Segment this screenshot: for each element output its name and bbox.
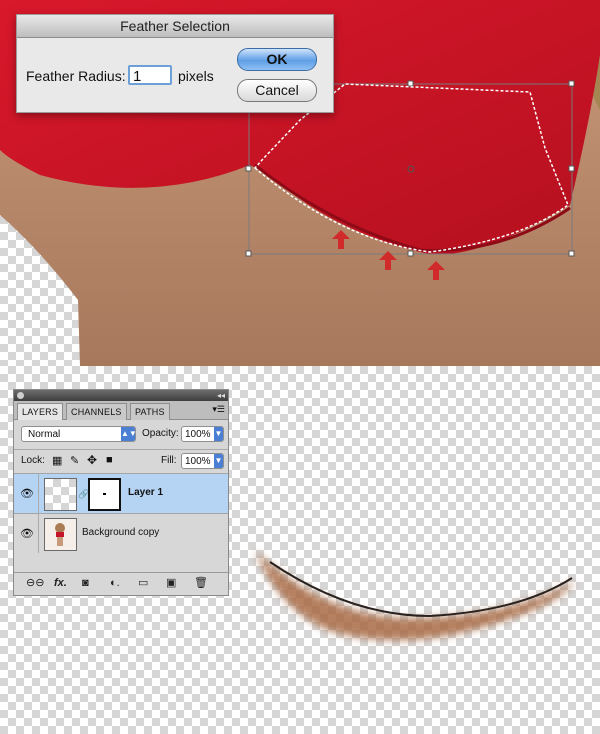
layer-thumbnail: [44, 518, 77, 551]
visibility-toggle[interactable]: 👁: [14, 474, 39, 513]
layer-thumbnail: [44, 478, 77, 511]
lock-transparent-icon[interactable]: ▦: [52, 454, 62, 467]
tab-channels[interactable]: CHANNELS: [66, 403, 127, 420]
opacity-value: 100%: [185, 429, 211, 440]
fill-label: Fill:: [161, 455, 177, 466]
feather-selection-dialog: Feather Selection Feather Radius: 1 pixe…: [16, 14, 334, 113]
cancel-button[interactable]: Cancel: [237, 79, 317, 102]
panel-title-strip: ◂◂: [14, 390, 228, 401]
opacity-label: Opacity:: [142, 428, 179, 439]
layer-name: Background copy: [82, 527, 160, 538]
lock-label: Lock:: [21, 455, 45, 466]
blend-mode-select[interactable]: Normal ▲▼: [21, 426, 137, 442]
lock-row: Lock: ▦ ✎ ✥ ■ Fill: 100% ▼: [14, 449, 228, 472]
layers-panel: ◂◂ LAYERS CHANNELS PATHS ▾☰ Normal ▲▼ Op…: [13, 389, 229, 596]
eye-icon: 👁: [20, 488, 34, 500]
layer-row[interactable]: 👁 🔗 Layer 1: [14, 473, 228, 513]
opacity-field[interactable]: 100% ▼: [181, 426, 224, 442]
chevron-down-icon: ▼: [214, 427, 223, 441]
panel-tabs: LAYERS CHANNELS PATHS ▾☰: [14, 401, 228, 420]
trash-icon[interactable]: 🗑: [194, 577, 208, 590]
mask-icon[interactable]: ◙: [82, 577, 89, 590]
feather-radius-label: Feather Radius:: [26, 68, 126, 84]
chevron-down-icon: ▼: [214, 454, 223, 468]
fx-icon[interactable]: fx.: [54, 577, 67, 590]
fill-field[interactable]: 100% ▼: [181, 453, 224, 469]
ok-button[interactable]: OK: [237, 48, 317, 71]
chevron-updown-icon: ▲▼: [121, 427, 137, 441]
blend-mode-value: Normal: [28, 429, 61, 440]
eye-icon: 👁: [20, 528, 34, 540]
folder-icon[interactable]: ▭: [138, 577, 148, 590]
pixels-label: pixels: [178, 68, 214, 84]
fill-value: 100%: [185, 456, 211, 467]
lock-position-icon[interactable]: ✥: [87, 453, 97, 467]
lock-image-icon[interactable]: ✎: [70, 454, 79, 467]
panel-footer: ⊖⊖ fx. ◙ ◐. ▭ ▣ 🗑: [14, 572, 228, 595]
close-icon[interactable]: [17, 392, 24, 399]
new-layer-icon[interactable]: ▣: [166, 577, 176, 590]
document-canvas-top[interactable]: Feather Selection Feather Radius: 1 pixe…: [0, 0, 600, 366]
feather-radius-input[interactable]: 1: [128, 65, 172, 85]
lock-all-icon[interactable]: ■: [106, 454, 113, 466]
link-icon[interactable]: ⊖⊖: [26, 577, 44, 590]
dialog-title: Feather Selection: [17, 15, 333, 38]
tab-paths[interactable]: PATHS: [130, 403, 170, 420]
adjustment-icon[interactable]: ◐.: [110, 577, 120, 590]
visibility-toggle[interactable]: 👁: [14, 514, 39, 553]
layer-row[interactable]: 👁 Background copy: [14, 513, 228, 553]
layer-mask-thumbnail[interactable]: [88, 478, 121, 511]
blend-row: Normal ▲▼ Opacity: 100% ▼: [14, 421, 228, 447]
layer-name: Layer 1: [128, 487, 164, 498]
collapse-icon[interactable]: ◂◂: [217, 390, 225, 401]
tab-layers[interactable]: LAYERS: [17, 403, 64, 420]
figure-thumbnail-image: [55, 523, 65, 546]
panel-menu-icon[interactable]: ▾☰: [212, 404, 225, 415]
